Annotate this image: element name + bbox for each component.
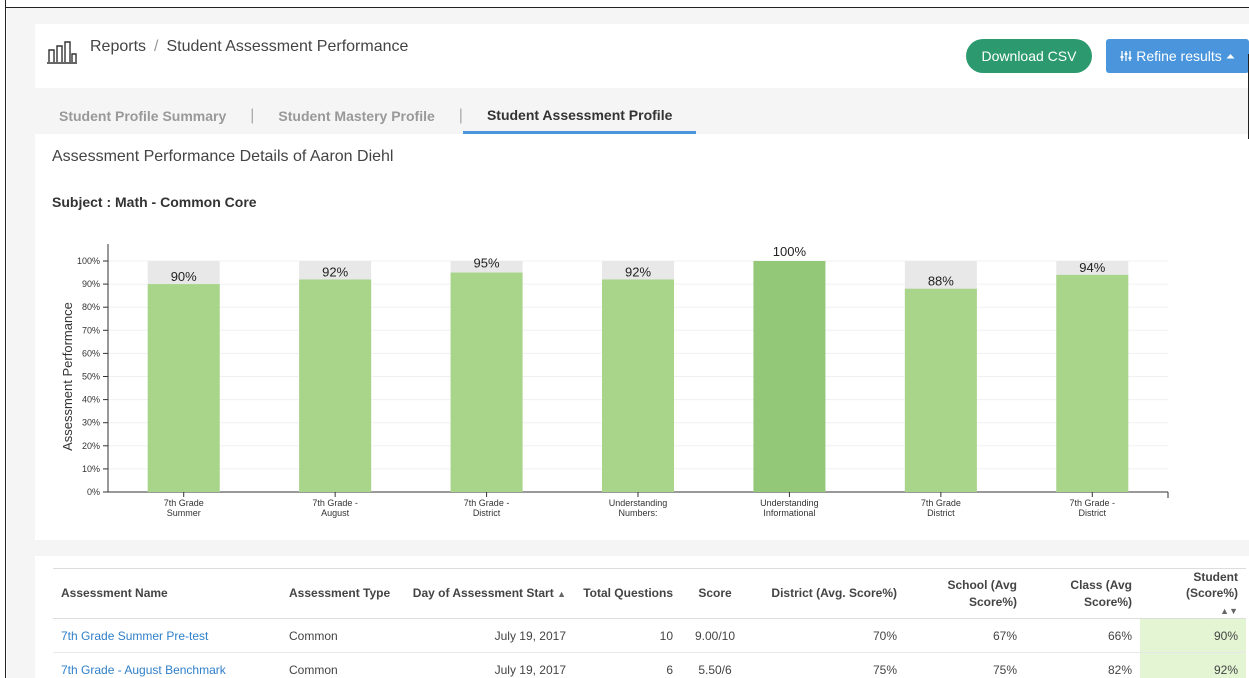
cell-student-score: 90% — [1140, 618, 1246, 653]
col-day-of-assessment-start[interactable]: Day of Assessment Start ▲ — [399, 568, 574, 619]
x-tick-label: Informational — [763, 508, 815, 518]
x-tick-label: Understanding — [609, 498, 668, 508]
profile-tabs: Student Profile Summary | Student Master… — [35, 96, 1249, 136]
x-tick-label: 7th Grade — [164, 498, 204, 508]
download-csv-button[interactable]: Download CSV — [966, 39, 1092, 73]
col-student-score[interactable]: Student (Score%) ▲▼ — [1140, 568, 1246, 619]
cell-student-score: 92% — [1140, 652, 1246, 678]
cell-class-avg: 66% — [1025, 618, 1140, 653]
x-tick-label: August — [321, 508, 350, 518]
x-tick-label: Numbers: — [618, 508, 657, 518]
bar-value-label: 90% — [171, 269, 197, 284]
y-tick-label: 50% — [82, 372, 100, 382]
assessment-link[interactable]: 7th Grade Summer Pre-test — [61, 629, 208, 643]
table-row: 7th Grade - August Benchmark Common July… — [53, 652, 1246, 678]
y-tick-label: 20% — [82, 441, 100, 451]
breadcrumb-current: Student Assessment Performance — [166, 38, 409, 55]
bar-chart-icon — [47, 41, 77, 64]
bar — [753, 261, 826, 492]
table-header-row: Assessment Name Assessment Type Day of A… — [53, 568, 1246, 619]
col-total-questions[interactable]: Total Questions — [574, 568, 681, 619]
cell-date: July 19, 2017 — [399, 652, 574, 678]
y-tick-label: 100% — [77, 256, 100, 266]
bar — [147, 284, 220, 492]
x-tick-label: District — [927, 508, 955, 518]
y-tick-label: 80% — [82, 302, 100, 312]
bar — [450, 272, 523, 492]
breadcrumb-reports-link[interactable]: Reports — [90, 38, 146, 56]
y-tick-label: 40% — [82, 395, 100, 405]
y-tick-label: 10% — [82, 464, 100, 474]
cell-district-avg: 70% — [749, 618, 905, 653]
bar — [299, 279, 372, 492]
bar — [1056, 274, 1129, 492]
breadcrumb-separator: / — [154, 38, 159, 55]
x-tick-label: Understanding — [760, 498, 819, 508]
col-district-avg[interactable]: District (Avg. Score%) — [749, 568, 905, 619]
breadcrumb: Reports / Student Assessment Performance — [90, 38, 408, 56]
cell-score: 5.50/6 — [681, 652, 749, 678]
caret-up-icon — [1226, 54, 1235, 59]
cell-date: July 19, 2017 — [399, 618, 574, 653]
y-tick-label: 60% — [82, 348, 100, 358]
refine-results-button[interactable]: Refine results — [1106, 39, 1249, 73]
cell-class-avg: 82% — [1025, 652, 1140, 678]
y-tick-label: 70% — [82, 325, 100, 335]
y-tick-label: 90% — [82, 279, 100, 289]
col-student-label: Student (Score%) — [1185, 570, 1238, 601]
reports-app: Reports / Student Assessment Performance… — [7, 8, 1249, 678]
x-tick-label: 7th Grade - — [312, 498, 358, 508]
col-class-avg[interactable]: Class (Avg Score%) — [1025, 568, 1140, 619]
assessment-table-panel: Assessment Name Assessment Type Day of A… — [35, 556, 1249, 678]
table-row: 7th Grade Summer Pre-test Common July 19… — [53, 618, 1246, 653]
x-tick-label: District — [1079, 508, 1107, 518]
bar-value-label: 94% — [1079, 260, 1105, 275]
x-tick-label: Summer — [167, 508, 201, 518]
cell-type: Common — [281, 652, 399, 678]
col-assessment-type[interactable]: Assessment Type — [281, 568, 399, 619]
col-day-label: Day of Assessment Start — [412, 586, 554, 601]
x-tick-label: 7th Grade - — [1070, 498, 1116, 508]
cell-total-questions: 6 — [574, 652, 681, 678]
col-assessment-name[interactable]: Assessment Name — [53, 568, 281, 619]
panel-title: Assessment Performance Details of Aaron … — [52, 148, 394, 165]
page-header: Reports / Student Assessment Performance… — [35, 24, 1249, 88]
tab-student-assessment-profile[interactable]: Student Assessment Profile — [462, 98, 697, 134]
tab-student-profile-summary[interactable]: Student Profile Summary — [35, 98, 250, 134]
bar — [602, 279, 674, 492]
assessment-link[interactable]: 7th Grade - August Benchmark — [61, 663, 226, 677]
col-score[interactable]: Score — [681, 568, 749, 619]
tab-student-mastery-profile[interactable]: Student Mastery Profile — [254, 98, 458, 134]
bar — [904, 288, 977, 492]
y-tick-label: 0% — [87, 487, 100, 497]
x-tick-label: District — [473, 508, 501, 518]
window-left-edge — [0, 0, 6, 678]
sliders-icon — [1120, 51, 1132, 61]
bar-value-label: 100% — [773, 244, 807, 259]
cell-school-avg: 67% — [905, 618, 1025, 653]
bar-value-label: 92% — [625, 264, 651, 279]
sort-toggle-icon: ▲▼ — [1220, 605, 1238, 616]
cell-district-avg: 75% — [749, 652, 905, 678]
x-tick-label: 7th Grade — [921, 498, 961, 508]
refine-results-label: Refine results — [1136, 48, 1222, 64]
sort-ascending-icon: ▲ — [557, 589, 566, 600]
col-school-avg[interactable]: School (Avg Score%) — [905, 568, 1025, 619]
y-tick-label: 30% — [82, 418, 100, 428]
cell-score: 9.00/10 — [681, 618, 749, 653]
subject-label: Subject : Math - Common Core — [52, 194, 257, 210]
cell-school-avg: 75% — [905, 652, 1025, 678]
bar-value-label: 92% — [322, 264, 348, 279]
cell-type: Common — [281, 618, 399, 653]
y-axis-label: Assessment Performance — [60, 302, 75, 451]
bar-value-label: 95% — [474, 256, 500, 271]
x-tick-label: 7th Grade - — [464, 498, 510, 508]
bar-value-label: 88% — [928, 274, 954, 289]
assessment-table: Assessment Name Assessment Type Day of A… — [53, 568, 1246, 678]
assessment-performance-panel: Assessment Performance Details of Aaron … — [35, 134, 1249, 540]
cell-total-questions: 10 — [574, 618, 681, 653]
assessment-performance-chart: 0% 10% 20% 30% 40% 50% 60% 70% 80% 90% 100% Assessm… — [60, 244, 1169, 518]
